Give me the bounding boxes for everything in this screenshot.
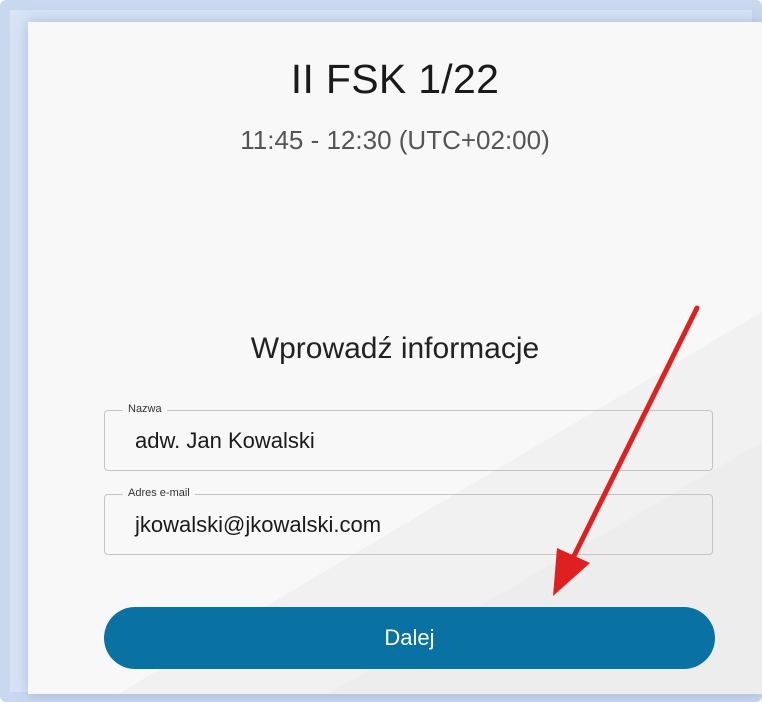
email-field-value[interactable]: jkowalski@jkowalski.com xyxy=(135,512,381,538)
meeting-title: II FSK 1/22 xyxy=(290,56,500,102)
name-field-value[interactable]: adw. Jan Kowalski xyxy=(135,428,315,454)
join-meeting-card: II FSK 1/22 11:45 - 12:30 (UTC+02:00) Wp… xyxy=(28,22,762,694)
form-heading: Wprowadź informacje xyxy=(250,332,540,365)
name-field-label: Nazwa xyxy=(123,402,167,416)
name-field[interactable]: Nazwa adw. Jan Kowalski xyxy=(104,402,713,471)
meeting-time: 11:45 - 12:30 (UTC+02:00) xyxy=(240,125,550,155)
email-field-label: Adres e-mail xyxy=(123,486,195,500)
next-button[interactable]: Dalej xyxy=(104,607,715,669)
email-field[interactable]: Adres e-mail jkowalski@jkowalski.com xyxy=(104,486,713,555)
